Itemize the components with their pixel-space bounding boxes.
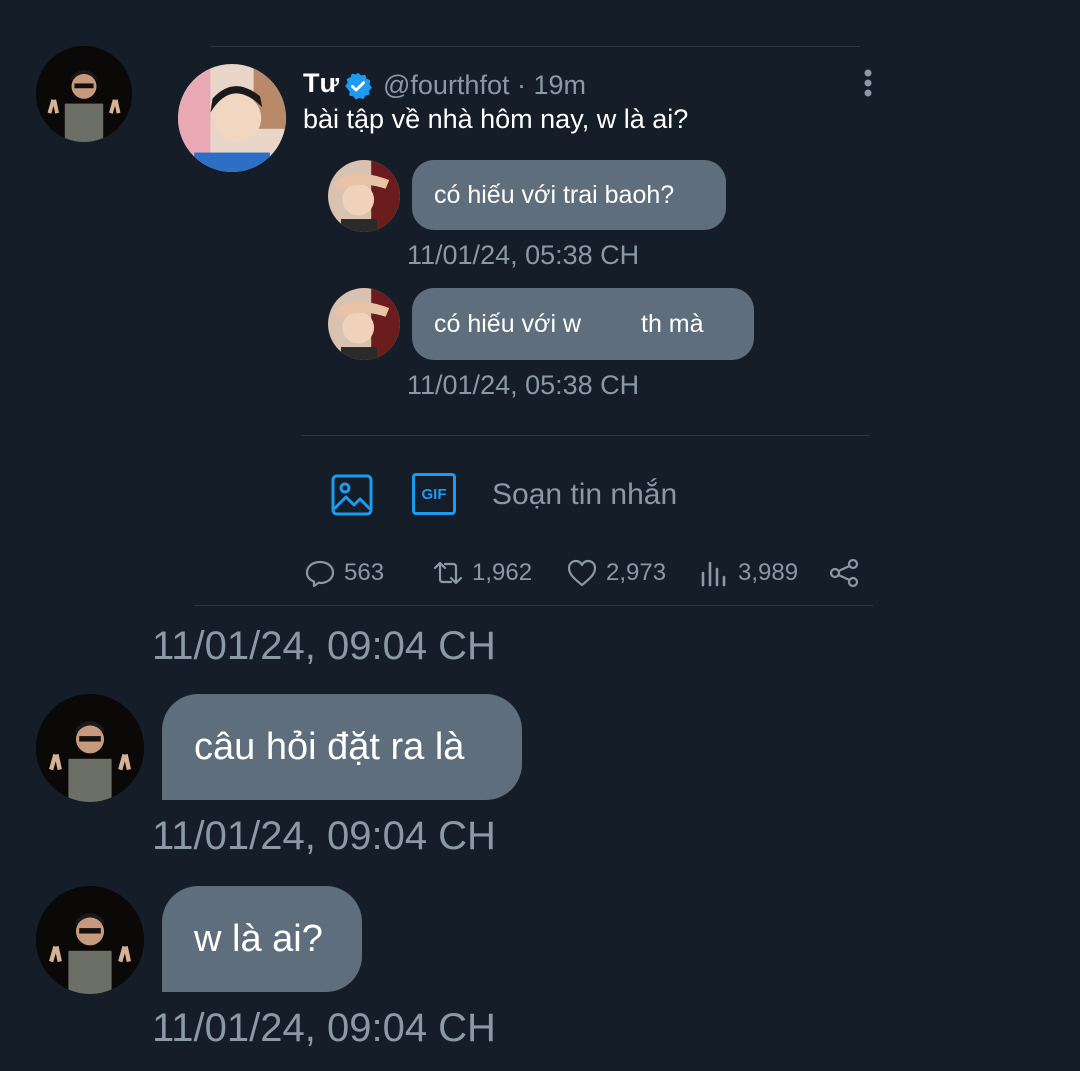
- message-composer-input[interactable]: Soạn tin nhắn: [492, 478, 677, 512]
- avatar-image: [36, 694, 144, 802]
- tweet-text: bài tập về nhà hôm nay, w là ai?: [303, 104, 689, 134]
- retweet-count: 1,962: [472, 559, 533, 586]
- message-timestamp: 11/01/24, 09:04 CH: [152, 1006, 496, 1050]
- tweet-author-avatar[interactable]: [178, 64, 286, 172]
- more-vertical-icon[interactable]: [858, 68, 878, 98]
- message-text: câu hỏi đặt ra là: [194, 725, 465, 768]
- tweet-handle-time[interactable]: @fourthfot · 19m: [383, 70, 586, 101]
- gif-label: GIF: [421, 485, 447, 503]
- quoted-message-text-before: có hiếu với w: [434, 309, 582, 338]
- like-count: 2,973: [606, 559, 667, 586]
- retweet-icon: [433, 561, 463, 585]
- sender-avatar[interactable]: [36, 46, 132, 142]
- message-timestamp: 11/01/24, 09:04 CH: [152, 814, 496, 858]
- reply-button[interactable]: 563: [304, 556, 384, 590]
- views-count: 3,989: [738, 559, 799, 586]
- quoted-message-avatar: [328, 160, 400, 232]
- quoted-message-time: 11/01/24, 05:38 CH: [407, 240, 640, 270]
- share-button[interactable]: [828, 556, 868, 590]
- reply-icon: [305, 560, 335, 588]
- card-bottom-border: [195, 605, 873, 606]
- card-top-border: [210, 46, 860, 47]
- retweet-button[interactable]: 1,962: [432, 556, 532, 590]
- share-icon: [829, 558, 859, 588]
- quoted-message-bubble[interactable]: có hiếu với trai baoh?: [412, 160, 726, 230]
- tweet-author-avatar-image: [178, 64, 286, 172]
- avatar-image: [36, 46, 132, 142]
- tweet-author-name[interactable]: Tư: [303, 68, 339, 99]
- quoted-message-time: 11/01/24, 05:38 CH: [407, 370, 640, 400]
- composer-divider: [302, 435, 870, 436]
- quoted-message-bubble[interactable]: có hiếu với w th mà: [412, 288, 754, 360]
- message-bubble[interactable]: w là ai?: [162, 886, 362, 992]
- views-icon: [701, 561, 726, 587]
- heart-icon: [567, 559, 597, 587]
- quoted-message-text-after: th mà: [641, 309, 704, 338]
- message-timestamp: 11/01/24, 09:04 CH: [152, 624, 496, 668]
- quoted-message-text: có hiếu với trai baoh?: [434, 180, 675, 209]
- quoted-message-avatar: [328, 288, 400, 360]
- quoted-avatar-image: [328, 160, 400, 232]
- reply-count: 563: [344, 559, 385, 586]
- quoted-avatar-image: [328, 288, 400, 360]
- avatar-image: [36, 886, 144, 994]
- message-text: w là ai?: [194, 917, 323, 960]
- sender-avatar[interactable]: [36, 694, 144, 802]
- sender-avatar[interactable]: [36, 886, 144, 994]
- chat-screen: Tư @fourthfot · 19m bài tập về nhà hôm n…: [0, 0, 1080, 1071]
- like-button[interactable]: 2,973: [566, 556, 666, 590]
- image-icon[interactable]: [330, 473, 374, 517]
- gif-icon[interactable]: GIF: [412, 473, 456, 515]
- verified-badge-icon: [345, 72, 372, 100]
- views-button[interactable]: 3,989: [698, 556, 798, 590]
- message-bubble[interactable]: câu hỏi đặt ra là: [162, 694, 522, 800]
